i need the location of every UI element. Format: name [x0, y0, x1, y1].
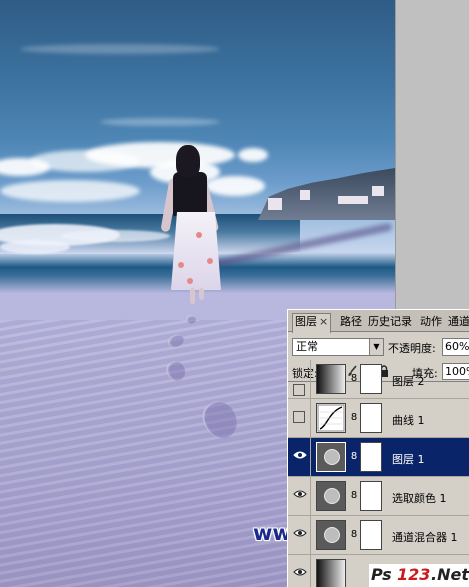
link-icon: 8 [350, 490, 358, 501]
curves-thumbnail [316, 403, 346, 433]
divider [310, 555, 311, 587]
woman-skirt [171, 212, 221, 290]
layer-thumbnail [316, 442, 346, 472]
divider [310, 477, 311, 516]
eye-icon[interactable] [292, 489, 308, 503]
link-icon: 8 [350, 529, 358, 540]
tab-history[interactable]: 历史记录 [368, 314, 412, 332]
watermark-number: 123 [397, 565, 431, 584]
layer-name[interactable]: 曲线 1 [392, 412, 425, 428]
link-icon: 8 [350, 412, 358, 423]
eye-icon[interactable] [292, 567, 308, 581]
woman-leg [199, 288, 204, 300]
link-icon: 8 [350, 373, 358, 384]
divider [310, 438, 311, 477]
watermark-suffix: .Net [431, 565, 469, 584]
link-icon: 8 [350, 451, 358, 462]
divider [310, 360, 311, 399]
opacity-label: 不透明度: [388, 342, 436, 355]
cloud [0, 180, 140, 202]
cloud [20, 44, 220, 54]
layer-name[interactable]: 选取颜色 1 [392, 490, 447, 506]
blend-mode-select[interactable]: 正常 ▼ [292, 338, 384, 356]
watermark-ps123: Ps 123 .Net [369, 564, 469, 587]
eye-icon[interactable] [292, 528, 308, 542]
layer-mask-thumbnail [360, 481, 382, 511]
panel-tabs: 图层 × 路径 历史记录 动作 通道 [288, 310, 469, 333]
layer-thumbnail [316, 481, 346, 511]
layer-row[interactable]: 8 通道混合器 1 [288, 516, 469, 555]
layer-mask-thumbnail [360, 403, 382, 433]
layer-name[interactable]: 图层 1 [392, 451, 425, 467]
layer-thumbnail [316, 364, 346, 394]
beach-house [268, 198, 282, 210]
skirt-flower [187, 278, 193, 284]
layers-panel: 图层× 路径 历史记录 动作 通道 正常 ▼ 不透明度: 60% 锁定: ✥ 填… [287, 309, 469, 587]
layer-name[interactable]: 通道混合器 1 [392, 529, 458, 545]
layer-mask-thumbnail [360, 442, 382, 472]
layer-thumbnail [316, 559, 346, 587]
chevron-down-icon[interactable]: ▼ [369, 339, 383, 355]
woman-leg [190, 288, 195, 304]
workspace-background [395, 0, 469, 310]
layers-list: 8 图层 2 8 曲线 1 8 图层 1 8 选取颜色 1 8 通道混合器 1 [288, 360, 469, 587]
blend-mode-value: 正常 [296, 340, 318, 353]
tab-actions[interactable]: 动作 [420, 314, 442, 332]
visibility-toggle[interactable] [293, 384, 305, 396]
surf [0, 240, 70, 254]
eye-icon[interactable] [292, 450, 308, 464]
layer-mask-thumbnail [360, 364, 382, 394]
tab-channels[interactable]: 通道 [448, 314, 469, 332]
layer-name[interactable]: 图层 2 [392, 373, 425, 389]
tab-paths[interactable]: 路径 [340, 314, 362, 332]
beach-house [338, 196, 368, 204]
skirt-flower [178, 262, 184, 268]
opacity-input[interactable]: 60% [442, 338, 469, 356]
layer-row[interactable]: 8 图层 1 [288, 438, 469, 477]
beach-house [300, 190, 310, 200]
layer-thumbnail [316, 520, 346, 550]
layer-mask-thumbnail [360, 520, 382, 550]
beach-house [372, 186, 384, 196]
woman-torso [173, 172, 207, 216]
cloud [238, 148, 268, 162]
divider [310, 399, 311, 438]
watermark-prefix: Ps [371, 565, 392, 584]
footprint [186, 315, 196, 324]
tab-label: 图层 [295, 315, 317, 328]
tab-layers[interactable]: 图层 × [292, 313, 332, 333]
woman-hair [176, 145, 200, 177]
visibility-toggle[interactable] [293, 411, 305, 423]
cloud [205, 176, 265, 196]
layer-row[interactable]: 8 图层 2 [288, 360, 469, 399]
surf [60, 230, 170, 242]
close-icon[interactable]: × [319, 315, 328, 328]
layer-row[interactable]: 8 曲线 1 [288, 399, 469, 438]
skirt-flower [196, 232, 202, 238]
skirt-flower [207, 258, 213, 264]
layer-row[interactable]: 8 选取颜色 1 [288, 477, 469, 516]
divider [310, 516, 311, 555]
cloud [100, 118, 220, 126]
